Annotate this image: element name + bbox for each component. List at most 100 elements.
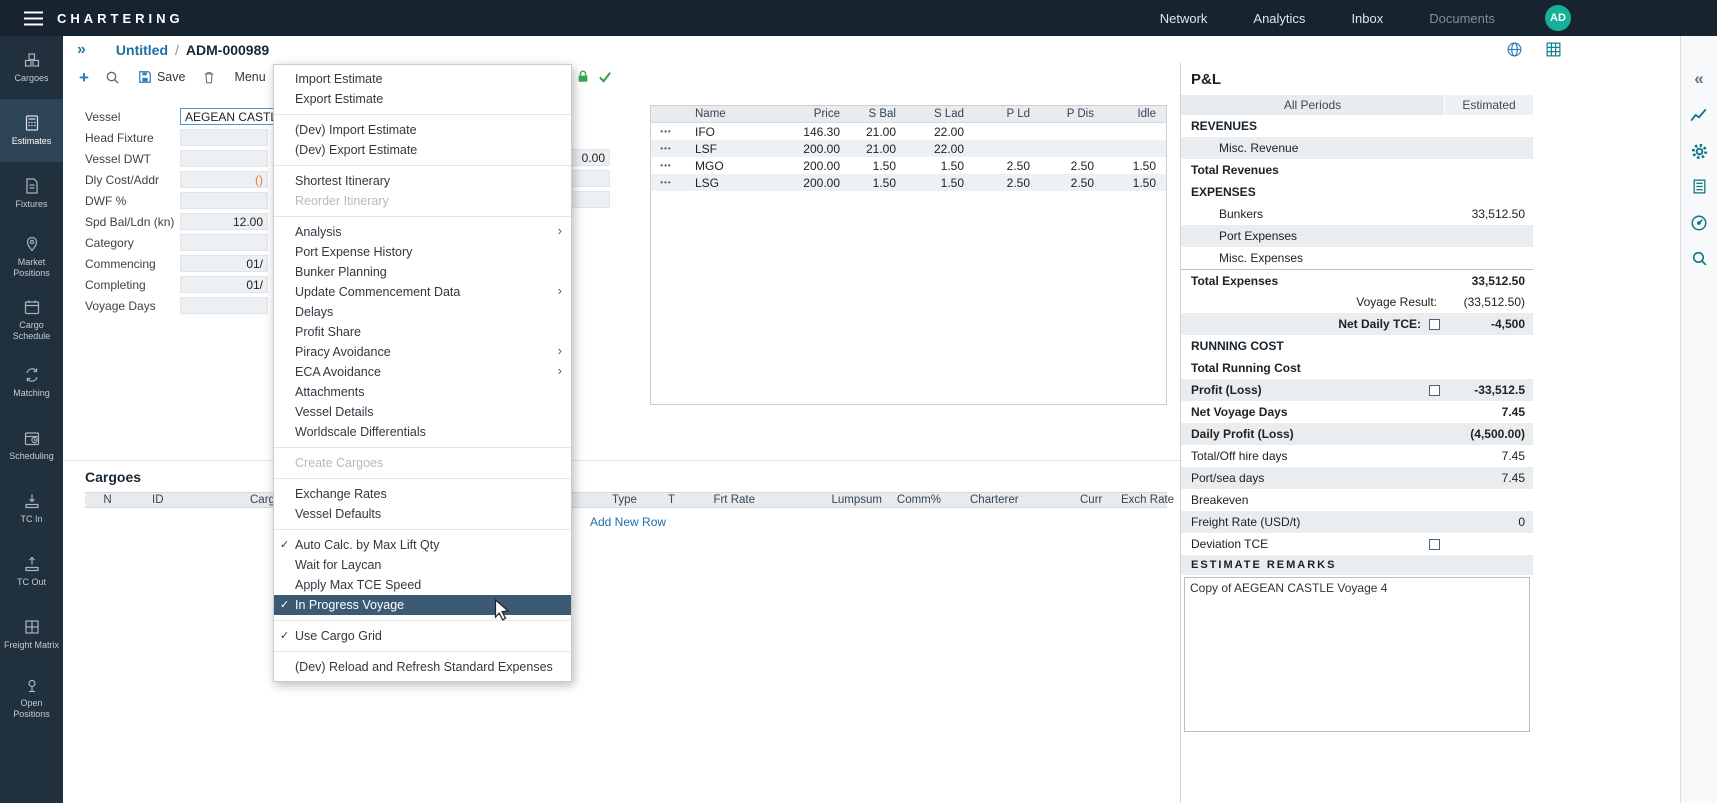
speed-input[interactable]	[180, 213, 268, 230]
col-curr[interactable]: Curr	[1051, 494, 1121, 506]
menu-item-vessel-details[interactable]: Vessel Details	[274, 402, 571, 422]
menu-item-dev-export-estimate[interactable]: (Dev) Export Estimate	[274, 140, 571, 160]
menu-item-export-estimate[interactable]: Export Estimate	[274, 89, 571, 109]
dwf-input[interactable]	[180, 192, 268, 209]
menu-item-delays[interactable]: Delays	[274, 302, 571, 322]
col-p-dis[interactable]: P Dis	[1033, 108, 1097, 120]
menu-item-auto-calc-max-lift[interactable]: ✓Auto Calc. by Max Lift Qty	[274, 535, 571, 555]
menu-item-piracy-avoidance[interactable]: Piracy Avoidance›	[274, 342, 571, 362]
nav-network[interactable]: Network	[1160, 11, 1208, 26]
col-lumpsum[interactable]: Lumpsum	[755, 494, 885, 506]
save-button[interactable]: Save	[138, 70, 186, 84]
col-name[interactable]: Name	[681, 108, 751, 120]
pnl-row-bunkers[interactable]: Bunkers33,512.50	[1181, 203, 1533, 225]
menu-item-bunker-planning[interactable]: Bunker Planning	[274, 262, 571, 282]
deviation-tce-checkbox[interactable]	[1429, 539, 1440, 550]
nav-documents[interactable]: Documents	[1429, 11, 1495, 26]
pnl-row-misc-expenses[interactable]: Misc. Expenses	[1181, 247, 1533, 269]
nav-inbox[interactable]: Inbox	[1351, 11, 1383, 26]
tce-checkbox[interactable]	[1429, 319, 1440, 330]
menu-item-dev-import-estimate[interactable]: (Dev) Import Estimate	[274, 120, 571, 140]
sidebar-item-market-positions[interactable]: Market Positions	[0, 225, 63, 288]
sidebar-item-freight-matrix[interactable]: Freight Matrix	[0, 603, 63, 666]
col-s-bal[interactable]: S Bal	[843, 108, 899, 120]
delete-button[interactable]	[202, 70, 216, 85]
col-id[interactable]: ID	[130, 494, 250, 506]
row-menu-icon[interactable]: •••	[651, 161, 681, 170]
sidebar-item-fixtures[interactable]: Fixtures	[0, 162, 63, 225]
col-exch-rate[interactable]: Exch Rate	[1121, 494, 1170, 506]
menu-button[interactable]: Menu	[234, 70, 265, 84]
collapse-panel-icon[interactable]: «	[1694, 70, 1703, 90]
avatar[interactable]: AD	[1545, 5, 1571, 31]
sidebar-item-tc-out[interactable]: TC Out	[0, 540, 63, 603]
menu-item-worldscale-differentials[interactable]: Worldscale Differentials	[274, 422, 571, 442]
menu-item-attachments[interactable]: Attachments	[274, 382, 571, 402]
lock-icon[interactable]	[576, 69, 590, 84]
menu-item-dev-reload-refresh[interactable]: (Dev) Reload and Refresh Standard Expens…	[274, 657, 571, 677]
bunker-row[interactable]: ••• MGO 200.00 1.50 1.50 2.50 2.50 1.50	[651, 157, 1166, 174]
col-t[interactable]: T	[665, 494, 710, 506]
dly-cost-input[interactable]	[180, 171, 268, 188]
sidebar-item-cargo-schedule[interactable]: Cargo Schedule	[0, 288, 63, 351]
menu-item-profit-share[interactable]: Profit Share	[274, 322, 571, 342]
search-icon[interactable]	[105, 70, 120, 85]
row-menu-icon[interactable]: •••	[651, 144, 681, 153]
sidebar-item-estimates[interactable]: Estimates	[0, 99, 63, 162]
col-p-ld[interactable]: P Ld	[967, 108, 1033, 120]
sidebar-item-matching[interactable]: Matching	[0, 351, 63, 414]
menu-item-exchange-rates[interactable]: Exchange Rates	[274, 484, 571, 504]
row-menu-icon[interactable]: •••	[651, 178, 681, 187]
menu-item-apply-max-tce-speed[interactable]: Apply Max TCE Speed	[274, 575, 571, 595]
bunker-row[interactable]: ••• LSG 200.00 1.50 1.50 2.50 2.50 1.50	[651, 174, 1166, 191]
sidebar-item-open-positions[interactable]: Open Positions	[0, 666, 63, 729]
commencing-input[interactable]	[180, 255, 268, 272]
menu-item-in-progress-voyage[interactable]: ✓In Progress Voyage	[274, 595, 571, 615]
col-n[interactable]: N	[85, 494, 130, 506]
expand-panel-icon[interactable]: »	[77, 42, 86, 58]
breadcrumb-untitled[interactable]: Untitled	[116, 42, 168, 58]
add-new-row-link[interactable]: Add New Row	[590, 515, 666, 529]
pnl-estimated-header[interactable]: Estimated	[1444, 95, 1533, 115]
estimate-remarks-textarea[interactable]: Copy of AEGEAN CASTLE Voyage 4	[1184, 577, 1530, 732]
pnl-period-header[interactable]: All Periods	[1181, 95, 1444, 115]
col-s-lad[interactable]: S Lad	[899, 108, 967, 120]
gear-icon[interactable]	[1690, 142, 1709, 162]
add-button[interactable]: +	[79, 69, 89, 86]
bunker-row[interactable]: ••• LSF 200.00 21.00 22.00	[651, 140, 1166, 157]
menu-item-shortest-itinerary[interactable]: Shortest Itinerary	[274, 171, 571, 191]
table-view-icon[interactable]	[1545, 41, 1562, 58]
gauge-icon[interactable]	[1690, 214, 1708, 234]
completing-input[interactable]	[180, 276, 268, 293]
head-fixture-input[interactable]	[180, 129, 268, 146]
chart-icon[interactable]	[1690, 106, 1708, 126]
sidebar-item-cargoes[interactable]: Cargoes	[0, 36, 63, 99]
menu-item-vessel-defaults[interactable]: Vessel Defaults	[274, 504, 571, 524]
col-idle[interactable]: Idle	[1097, 108, 1159, 120]
menu-item-analysis[interactable]: Analysis›	[274, 222, 571, 242]
menu-item-eca-avoidance[interactable]: ECA Avoidance›	[274, 362, 571, 382]
sidebar-item-scheduling[interactable]: Scheduling	[0, 414, 63, 477]
category-input[interactable]	[180, 234, 268, 251]
voyage-days-input[interactable]	[180, 297, 268, 314]
col-comm[interactable]: Comm%	[885, 494, 941, 506]
col-price[interactable]: Price	[751, 108, 843, 120]
globe-icon[interactable]	[1506, 41, 1523, 58]
pnl-row-misc-revenue[interactable]: Misc. Revenue	[1181, 137, 1533, 159]
nav-analytics[interactable]: Analytics	[1253, 11, 1305, 26]
menu-item-wait-for-laycan[interactable]: Wait for Laycan	[274, 555, 571, 575]
menu-item-update-commencement-data[interactable]: Update Commencement Data›	[274, 282, 571, 302]
col-type[interactable]: Type	[560, 494, 665, 506]
col-frt-rate[interactable]: Frt Rate	[710, 494, 755, 506]
menu-item-import-estimate[interactable]: Import Estimate	[274, 69, 571, 89]
profit-checkbox[interactable]	[1429, 385, 1440, 396]
col-charterer[interactable]: Charterer	[941, 494, 1051, 506]
sidebar-item-tc-in[interactable]: TC In	[0, 477, 63, 540]
row-menu-icon[interactable]: •••	[651, 127, 681, 136]
pnl-row-port-expenses[interactable]: Port Expenses	[1181, 225, 1533, 247]
clipboard-icon[interactable]	[1691, 178, 1708, 198]
vessel-dwt-input[interactable]	[180, 150, 268, 167]
search-icon[interactable]	[1691, 250, 1708, 270]
hamburger-menu-icon[interactable]	[0, 11, 57, 26]
menu-item-use-cargo-grid[interactable]: ✓Use Cargo Grid	[274, 626, 571, 646]
